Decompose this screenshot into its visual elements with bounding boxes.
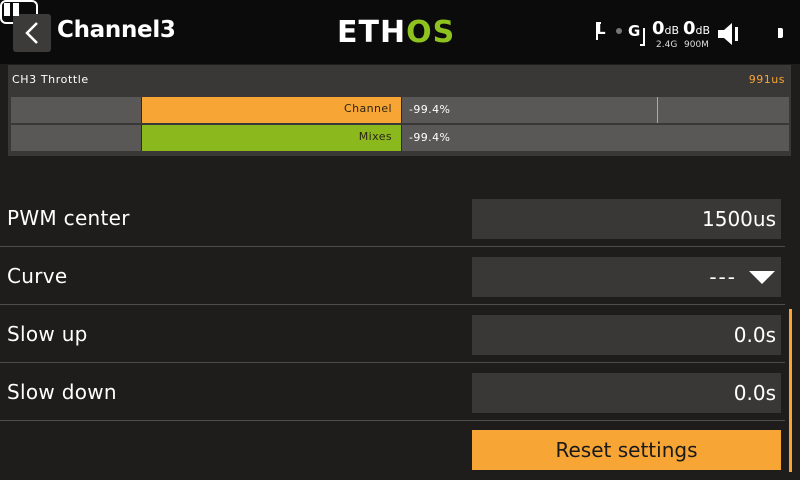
slow-down-label: Slow down bbox=[7, 380, 117, 404]
telemetry-dot bbox=[616, 28, 622, 34]
bracket-mark bbox=[596, 22, 601, 40]
setting-row-slow-up: Slow up 0.0s bbox=[0, 305, 785, 363]
reset-settings-button[interactable]: Reset settings bbox=[472, 430, 781, 470]
mixes-bar-label: Mixes bbox=[358, 130, 392, 143]
ethos-logo: ETHOS bbox=[337, 15, 456, 50]
limit-tick bbox=[657, 97, 658, 123]
page-title: Channel3 bbox=[57, 17, 176, 43]
chevron-down-icon bbox=[749, 271, 775, 284]
channel-bar-fill: Channel bbox=[142, 97, 401, 123]
channel-bar: Channel -99.4% bbox=[11, 97, 789, 123]
mixes-bar: Mixes -99.4% bbox=[11, 125, 789, 151]
channel-bar-label: Channel bbox=[344, 102, 392, 115]
back-button[interactable] bbox=[13, 14, 51, 52]
top-bar: Channel3 ETHOS L G 0dB 2.4G 0dB 900M bbox=[0, 0, 800, 64]
battery-tip bbox=[778, 28, 783, 38]
mixes-bar-percent: -99.4% bbox=[409, 131, 451, 144]
pwm-center-label: PWM center bbox=[7, 206, 130, 230]
channel-output-value: 991us bbox=[748, 73, 785, 86]
channel-name: CH3 Throttle bbox=[12, 73, 89, 86]
volume-icon bbox=[718, 23, 738, 45]
channel-monitor: CH3 Throttle 991us Channel -99.4% Mixes … bbox=[8, 65, 791, 156]
setting-row-pwm-center: PWM center 1500us bbox=[0, 189, 785, 247]
slow-up-label: Slow up bbox=[7, 322, 88, 346]
mixes-bar-fill: Mixes bbox=[142, 125, 401, 151]
setting-row-slow-down: Slow down 0.0s bbox=[0, 363, 785, 421]
slow-up-field[interactable]: 0.0s bbox=[472, 315, 781, 355]
slow-down-field[interactable]: 0.0s bbox=[472, 373, 781, 413]
setting-row-curve: Curve --- bbox=[0, 247, 785, 305]
curve-label: Curve bbox=[7, 264, 68, 288]
chevron-left-icon bbox=[25, 22, 38, 44]
pwm-center-field[interactable]: 1500us bbox=[472, 199, 781, 239]
curve-dropdown[interactable]: --- bbox=[472, 257, 781, 297]
scrollbar[interactable] bbox=[789, 309, 792, 472]
bracket-mark bbox=[640, 28, 645, 46]
channel-bar-percent: -99.4% bbox=[409, 103, 451, 116]
